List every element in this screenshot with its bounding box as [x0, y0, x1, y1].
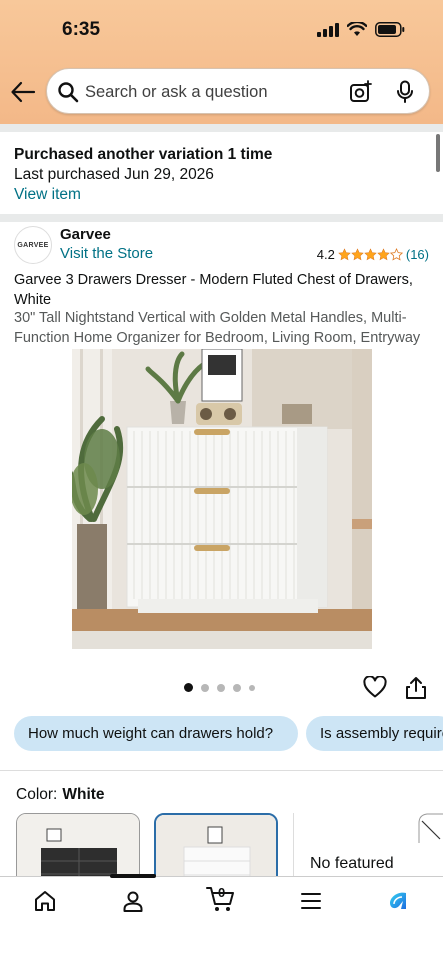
star-full-icon	[338, 248, 351, 261]
partial-swatch[interactable]	[418, 813, 443, 843]
star-rating	[338, 248, 403, 261]
wifi-icon	[347, 22, 367, 36]
last-purchased-text: Last purchased Jun 29, 2026	[14, 166, 214, 183]
cart-button[interactable]: 0	[206, 885, 236, 915]
product-subtitle: 30" Tall Nightstand Vertical with Golden…	[14, 310, 421, 346]
camera-search-icon[interactable]	[349, 80, 373, 104]
product-image[interactable]	[72, 349, 372, 649]
question-chip[interactable]: Is assembly required?	[306, 716, 443, 751]
carousel-dots[interactable]	[184, 683, 255, 692]
purchase-history-notice: Purchased another variation 1 time Last …	[14, 145, 272, 205]
purchase-count-text: Purchased another variation 1 time	[14, 146, 273, 163]
section-divider	[0, 214, 443, 222]
view-item-link[interactable]: View item	[14, 185, 272, 205]
status-time: 6:35	[62, 19, 101, 40]
brand-name: Garvee	[60, 226, 111, 243]
battery-icon	[375, 22, 405, 37]
section-divider	[0, 124, 443, 132]
carousel-dot[interactable]	[184, 683, 193, 692]
signal-icon	[317, 22, 339, 37]
bottom-tab-bar: 0	[0, 874, 443, 960]
search-icon	[58, 82, 79, 103]
menu-icon[interactable]	[299, 889, 323, 913]
rufus-icon[interactable]	[386, 889, 410, 913]
dresser-illustration	[72, 349, 372, 649]
section-divider	[0, 770, 443, 771]
search-placeholder[interactable]: Search or ask a question	[85, 83, 268, 102]
rating-value: 4.2	[316, 247, 335, 262]
active-tab-indicator	[110, 874, 156, 878]
color-label-text: Color:	[16, 786, 58, 803]
no-featured-text: No featured	[310, 855, 394, 872]
cart-count: 0	[218, 885, 226, 900]
carousel-dot[interactable]	[217, 683, 225, 692]
carousel-dot[interactable]	[201, 683, 209, 692]
star-empty-icon	[389, 248, 403, 261]
question-chip[interactable]: How much weight can drawers hold?	[14, 716, 298, 751]
star-full-icon	[364, 248, 377, 261]
star-full-icon	[377, 248, 390, 261]
home-icon[interactable]	[33, 889, 57, 913]
swatch-divider	[293, 813, 294, 883]
star-full-icon	[351, 248, 364, 261]
carousel-dot[interactable]	[233, 683, 241, 692]
visit-store-link[interactable]: Visit the Store	[60, 245, 153, 262]
product-title: Garvee 3 Drawers Dresser - Modern Fluted…	[14, 272, 413, 308]
scrollbar[interactable]	[436, 134, 440, 172]
selected-color: White	[62, 786, 105, 803]
review-count[interactable]: (16)	[406, 247, 429, 262]
heart-icon[interactable]	[363, 676, 387, 698]
microphone-icon[interactable]	[395, 80, 415, 104]
app-header: 6:35 Search or ask a question	[0, 0, 443, 124]
rating-summary[interactable]: 4.2 (16)	[317, 247, 429, 262]
back-arrow-icon[interactable]	[10, 80, 36, 104]
color-label: Color: White	[16, 786, 105, 804]
carousel-dot[interactable]	[249, 684, 255, 691]
share-icon[interactable]	[405, 676, 427, 700]
search-bar[interactable]: Search or ask a question	[46, 68, 430, 114]
brand-logo[interactable]: GARVEE	[14, 226, 52, 264]
account-icon[interactable]	[121, 889, 145, 913]
status-icons	[317, 22, 405, 37]
